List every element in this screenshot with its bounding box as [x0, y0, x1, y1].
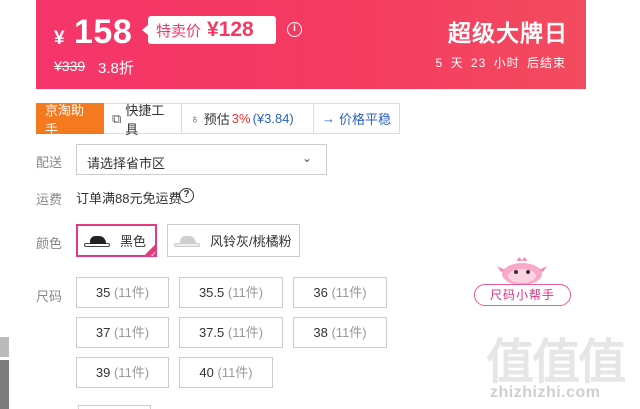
- shipping-label: 运费: [36, 192, 63, 207]
- color-option-black[interactable]: 黑色: [76, 224, 157, 259]
- arrow-right-icon: →: [322, 111, 335, 126]
- color-option-label: 风铃灰/桃橘粉: [210, 234, 292, 249]
- size-stock: (11件): [331, 285, 367, 300]
- countdown-hours-unit: 小时: [493, 56, 520, 70]
- current-price: 158: [74, 13, 133, 51]
- size-value: 38: [313, 325, 328, 340]
- size-stock: (11件): [227, 285, 264, 300]
- size-option[interactable]: 35.5 (11件): [179, 277, 283, 308]
- partial-size-option: [78, 405, 151, 409]
- countdown: 5 天 23 小时 后结束: [433, 54, 566, 71]
- price-trend-label: 价格平稳: [339, 112, 392, 127]
- copy-icon: ⧉: [112, 110, 122, 126]
- info-icon[interactable]: i: [287, 22, 302, 37]
- countdown-days-unit: 天: [450, 56, 464, 70]
- sale-event-title: 超级大牌日: [448, 20, 568, 46]
- size-value: 37: [95, 325, 111, 340]
- quick-tools-label: 快捷工具: [125, 102, 165, 137]
- mascot-icon[interactable]: [497, 252, 547, 286]
- discount-rate: 3.8折: [98, 60, 134, 77]
- money-bag-icon: ♁: [190, 111, 200, 126]
- edge-thumbnail: [0, 360, 9, 409]
- size-option[interactable]: 37.5 (11件): [179, 317, 283, 348]
- size-option[interactable]: 36 (11件): [293, 277, 387, 308]
- size-stock: (11件): [113, 365, 150, 380]
- original-price: ¥339: [54, 58, 86, 74]
- shoe-thumbnail: [84, 235, 110, 247]
- edge-thumbnail: [0, 337, 9, 357]
- watermark-text: zhizhizhi.com: [490, 384, 601, 401]
- price-trend-button[interactable]: → 价格平稳: [314, 103, 400, 134]
- size-value: 40: [199, 365, 214, 380]
- size-option[interactable]: 37 (11件): [76, 317, 169, 348]
- assistant-button[interactable]: 京淘助手: [36, 103, 104, 137]
- estimate-button[interactable]: ♁ 预估 3% (¥3.84): [182, 103, 314, 134]
- currency-symbol: ¥: [54, 28, 65, 49]
- region-select[interactable]: 请选择省市区 ⌄: [76, 144, 327, 175]
- size-stock: (11件): [113, 285, 150, 300]
- estimate-label: 预估: [203, 112, 230, 127]
- size-stock: (11件): [331, 325, 367, 340]
- delivery-label: 配送: [36, 155, 63, 170]
- countdown-days: 5: [435, 56, 444, 70]
- countdown-hours: 23: [470, 56, 487, 70]
- special-price-value: ¥128: [207, 18, 254, 41]
- size-option[interactable]: 39 (11件): [76, 357, 169, 388]
- special-price-label: 特卖价: [156, 22, 202, 40]
- size-option[interactable]: 40 (11件): [179, 357, 273, 388]
- shoe-thumbnail: [174, 235, 200, 247]
- quick-tools-button[interactable]: ⧉ 快捷工具: [104, 103, 182, 137]
- watermark-logo: 值值值: [486, 336, 626, 389]
- size-option[interactable]: 38 (11件): [293, 317, 387, 348]
- size-value: 36: [313, 285, 328, 300]
- special-price-tag: 特卖价 ¥128: [142, 16, 276, 44]
- size-label: 尺码: [36, 289, 63, 304]
- size-stock: (11件): [113, 325, 150, 340]
- assistant-label: 京淘助手: [45, 102, 85, 137]
- estimate-percent: 3%: [231, 111, 251, 126]
- color-option-grey-peach[interactable]: 风铃灰/桃橘粉: [167, 224, 300, 257]
- plugin-toolbar: 京淘助手 ⧉ 快捷工具 ♁ 预估 3% (¥3.84) → 价格平稳: [36, 103, 400, 137]
- size-value: 35: [95, 285, 111, 300]
- color-label: 颜色: [36, 236, 63, 251]
- size-value: 39: [95, 365, 111, 380]
- region-select-value: 请选择省市区: [87, 156, 166, 171]
- chevron-down-icon: ⌄: [301, 151, 312, 165]
- shipping-note: 订单满88元免运费: [76, 191, 182, 206]
- price-banner: ¥ 158 特卖价 ¥128 i ¥339 3.8折 超级大牌日 5 天 23 …: [36, 0, 586, 89]
- size-stock: (11件): [217, 365, 253, 380]
- help-icon[interactable]: ?: [179, 188, 194, 203]
- selected-check-icon: [143, 243, 157, 259]
- size-option[interactable]: 35 (11件): [76, 277, 169, 308]
- size-value: 35.5: [198, 285, 225, 300]
- size-value: 37.5: [198, 325, 225, 340]
- countdown-suffix: 后结束: [526, 56, 566, 70]
- size-stock: (11件): [227, 325, 264, 340]
- estimate-amount: (¥3.84): [252, 111, 294, 126]
- size-helper-button[interactable]: 尺码小帮手: [474, 284, 571, 306]
